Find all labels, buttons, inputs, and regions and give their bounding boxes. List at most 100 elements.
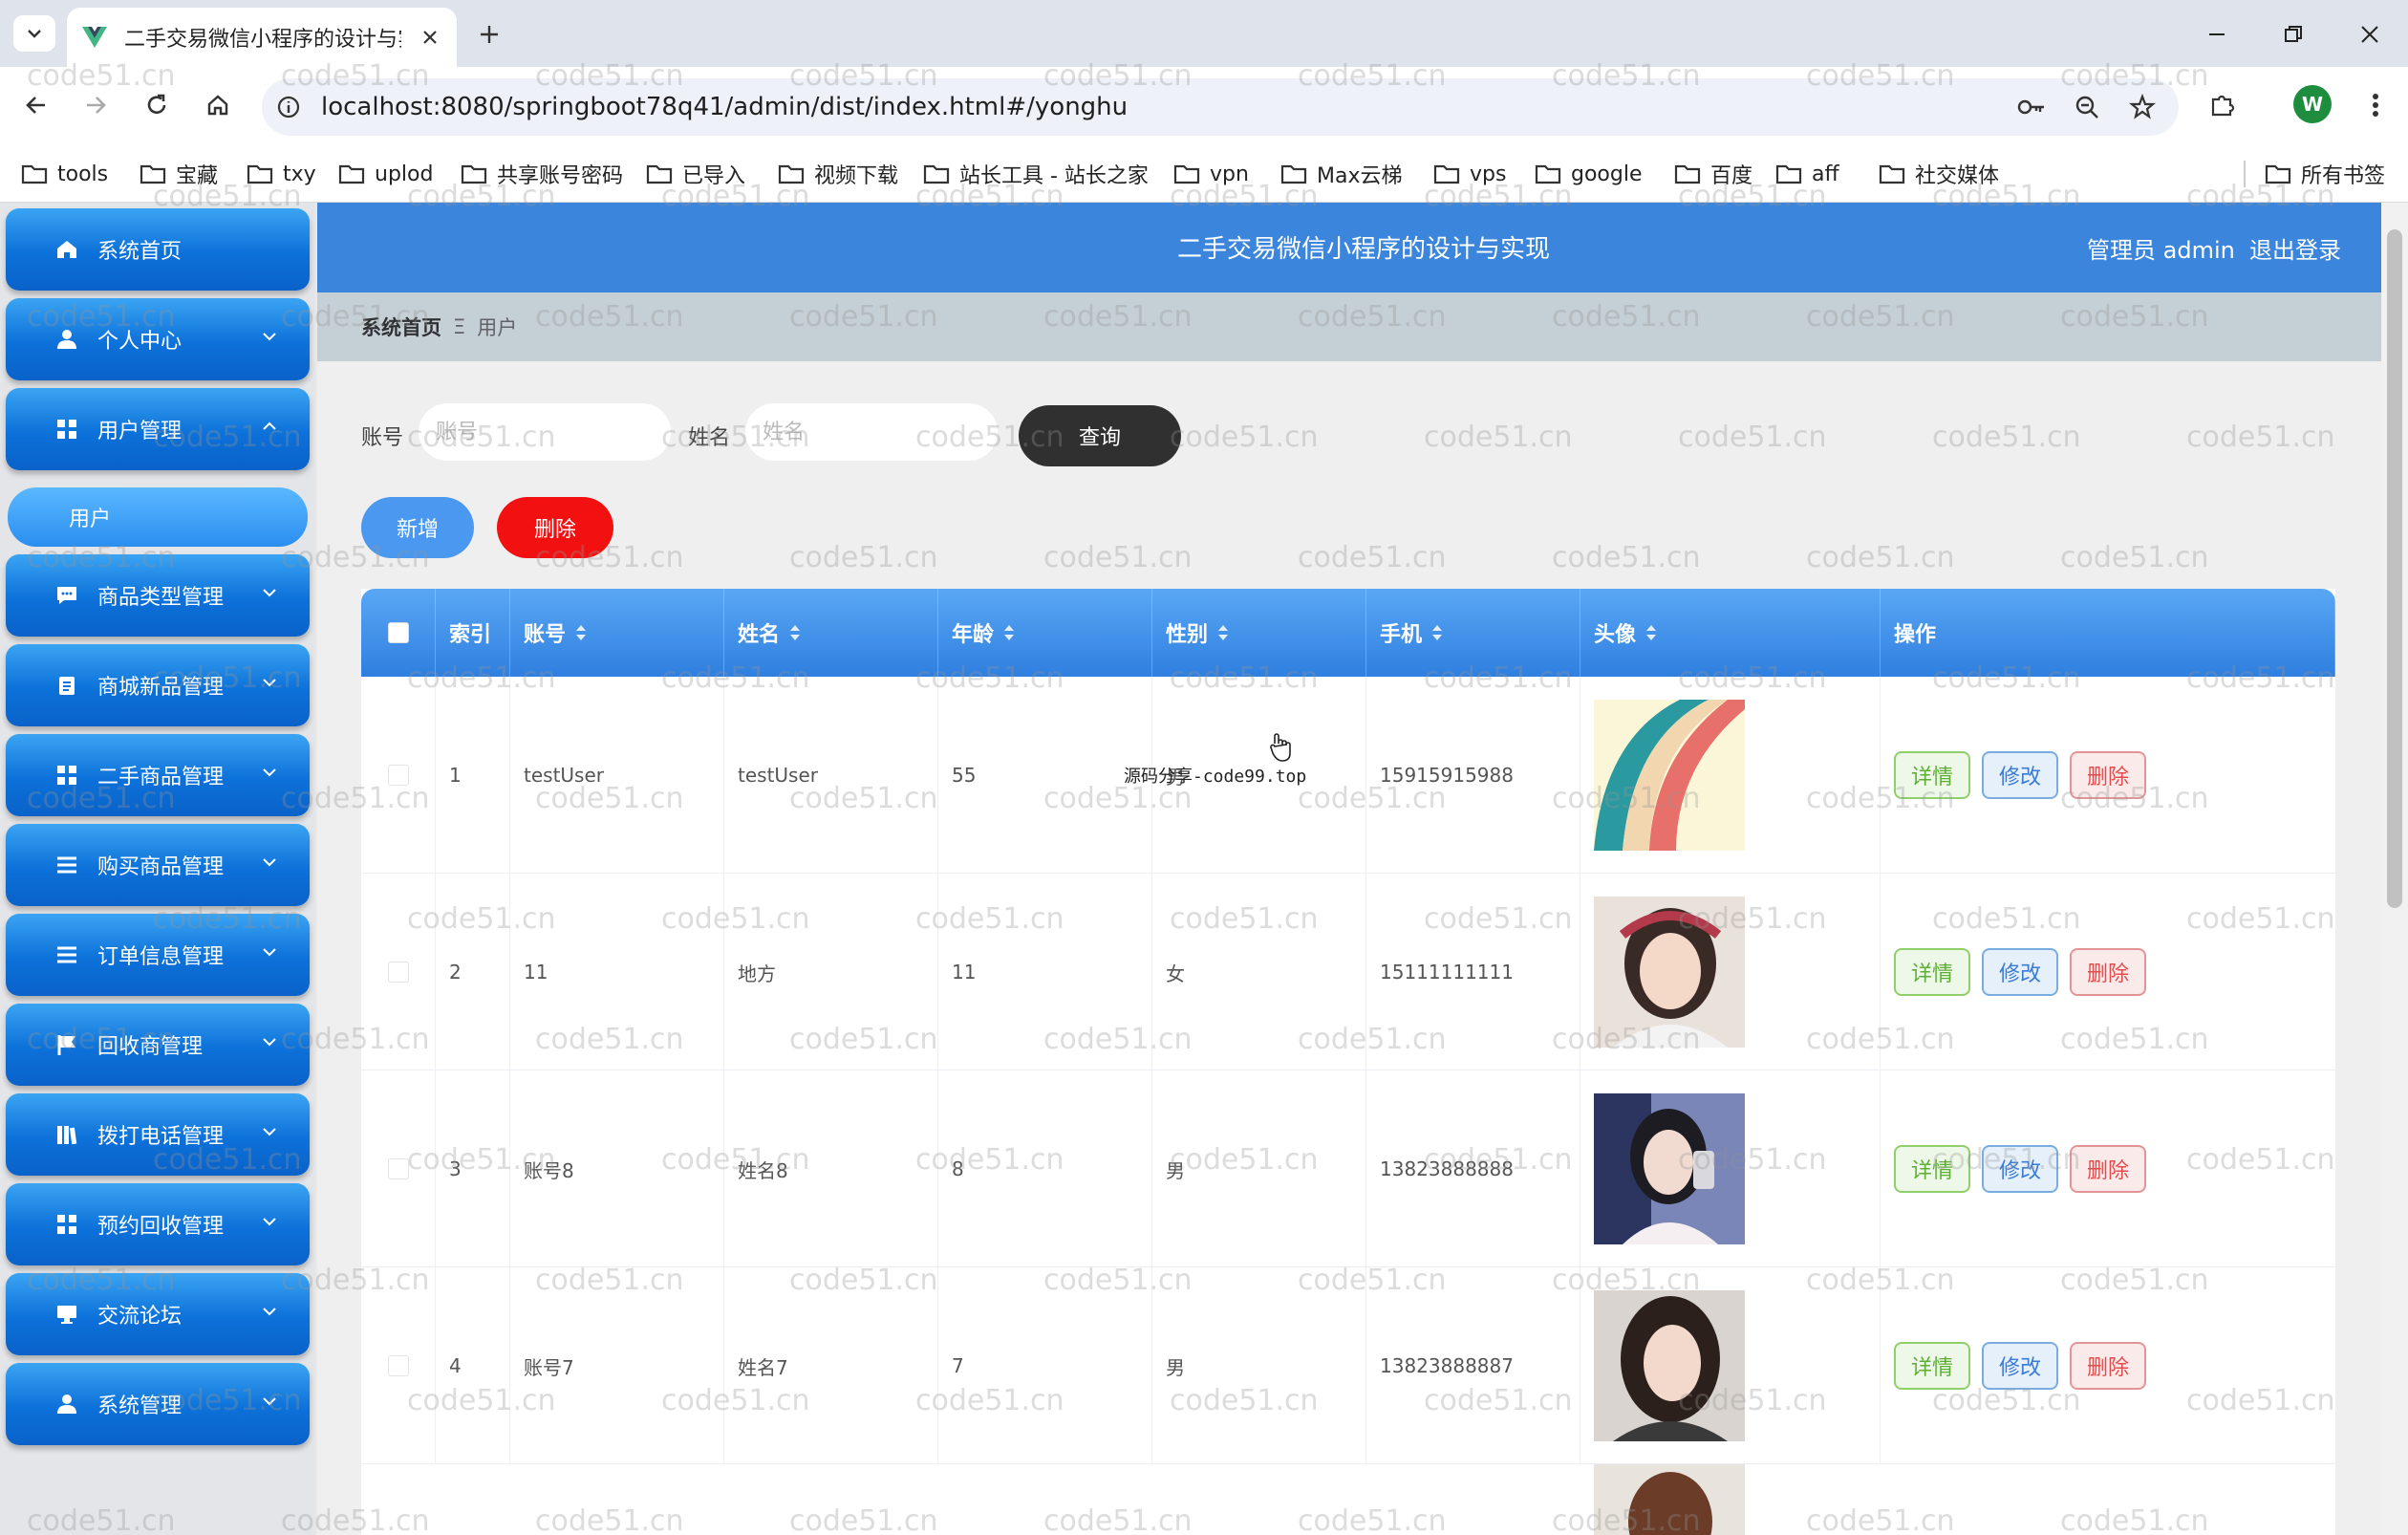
delete-button[interactable]: 删除 [2070, 948, 2146, 996]
column-header-phone[interactable]: 手机 [1366, 589, 1580, 677]
minimize-window-button[interactable] [2196, 13, 2238, 55]
edit-button[interactable]: 修改 [1982, 1145, 2058, 1193]
back-button[interactable] [15, 84, 57, 126]
avatar-image-partial[interactable] [1594, 1464, 1745, 1535]
row-checkbox[interactable] [387, 765, 409, 786]
detail-button[interactable]: 详情 [1894, 1145, 1970, 1193]
name-search-input[interactable] [745, 403, 998, 461]
sort-icon[interactable] [1003, 623, 1015, 642]
zoom-icon[interactable] [2068, 88, 2106, 126]
bookmark-star-icon[interactable] [2123, 88, 2161, 126]
bookmark-item[interactable]: txy [247, 155, 316, 193]
column-header-age[interactable]: 年龄 [938, 589, 1152, 677]
detail-button[interactable]: 详情 [1894, 1342, 1970, 1390]
edit-button[interactable]: 修改 [1982, 751, 2058, 799]
sidebar-item[interactable]: 二手商品管理 [6, 734, 310, 816]
row-checkbox[interactable] [387, 1158, 409, 1179]
sidebar-subitem-users[interactable]: 用户 [8, 487, 308, 547]
avatar-image[interactable] [1594, 897, 1745, 1048]
extensions-button[interactable] [2202, 84, 2244, 126]
row-checkbox[interactable] [387, 962, 409, 983]
column-header-label: 头像 [1594, 623, 1637, 647]
sidebar-item[interactable]: 预约回收管理 [6, 1183, 310, 1265]
delete-button[interactable]: 删除 [2070, 751, 2146, 799]
sort-icon[interactable] [1645, 623, 1657, 642]
column-header-avatar[interactable]: 头像 [1580, 589, 1881, 677]
column-header-gender[interactable]: 性别 [1152, 589, 1366, 677]
avatar-image[interactable] [1594, 1093, 1745, 1244]
sidebar-item[interactable]: 商品类型管理 [6, 554, 310, 637]
bookmark-item[interactable]: uplod [338, 155, 433, 193]
sidebar-item[interactable]: 个人中心 [6, 298, 310, 380]
tab-search-button[interactable] [13, 15, 55, 52]
column-header-account[interactable]: 账号 [510, 589, 724, 677]
delete-button[interactable]: 删除 [2070, 1342, 2146, 1390]
address-bar[interactable]: localhost:8080/springboot78q41/admin/dis… [262, 78, 2179, 136]
bookmark-item[interactable]: 宝藏 [140, 155, 218, 193]
restore-window-button[interactable] [2272, 13, 2314, 55]
bookmark-item[interactable]: 共享账号密码 [461, 155, 623, 193]
sidebar-item[interactable]: 用户管理 [6, 388, 310, 470]
sort-icon[interactable] [1217, 623, 1229, 642]
bookmark-item[interactable]: tools [21, 155, 108, 193]
bookmark-item[interactable]: 已导入 [646, 155, 745, 193]
sort-icon[interactable] [575, 623, 587, 642]
all-bookmarks-button[interactable]: 所有书签 [2265, 155, 2385, 193]
detail-button[interactable]: 详情 [1894, 751, 1970, 799]
sidebar-item-label: 系统管理 [97, 1394, 183, 1418]
sidebar-item[interactable]: 拨打电话管理 [6, 1093, 310, 1176]
sidebar-item[interactable]: 系统首页 [6, 208, 310, 291]
chevron-down-icon [263, 768, 276, 777]
forward-button[interactable] [75, 84, 117, 126]
bookmark-label: vps [1470, 162, 1507, 186]
sidebar-item[interactable]: 回收商管理 [6, 1004, 310, 1086]
bookmark-item[interactable]: 社交媒体 [1879, 155, 1999, 193]
query-button[interactable]: 查询 [1019, 405, 1181, 466]
reload-button[interactable] [136, 84, 178, 126]
sidebar-item[interactable]: 购买商品管理 [6, 824, 310, 906]
sort-icon[interactable] [1431, 623, 1443, 642]
profile-avatar[interactable]: W [2293, 85, 2332, 123]
sort-icon[interactable] [789, 623, 801, 642]
add-button[interactable]: 新增 [361, 497, 474, 558]
close-tab-icon[interactable] [417, 24, 443, 51]
browser-tab-active[interactable]: 二手交易微信小程序的设计与实 [67, 8, 457, 67]
new-tab-button[interactable] [470, 15, 508, 54]
bookmark-item[interactable]: aff [1775, 155, 1839, 193]
bookmark-item[interactable]: 视频下载 [778, 155, 898, 193]
bookmark-item[interactable]: Max云梯 [1280, 155, 1402, 193]
sidebar-item[interactable]: 交流论坛 [6, 1273, 310, 1355]
bookmark-item[interactable]: 百度 [1674, 155, 1752, 193]
bookmark-item[interactable]: vps [1433, 155, 1506, 193]
bulk-delete-button[interactable]: 删除 [497, 497, 613, 558]
home-button[interactable] [197, 84, 239, 126]
vue-favicon-icon [82, 27, 107, 48]
detail-button[interactable]: 详情 [1894, 948, 1970, 996]
sidebar-item-label: 预约回收管理 [97, 1215, 225, 1239]
browser-menu-button[interactable] [2354, 84, 2397, 126]
edit-button[interactable]: 修改 [1982, 1342, 2058, 1390]
bookmark-item[interactable]: google [1535, 155, 1643, 193]
bookmark-item[interactable]: 站长工具 - 站长之家 [923, 155, 1149, 193]
edit-button[interactable]: 修改 [1982, 948, 2058, 996]
sidebar-item[interactable]: 系统管理 [6, 1363, 310, 1445]
monitor-icon [55, 1303, 78, 1326]
sidebar-item[interactable]: 商城新品管理 [6, 644, 310, 726]
avatar-image[interactable] [1594, 700, 1745, 851]
logout-link[interactable]: 退出登录 [2249, 231, 2341, 265]
bookmark-item[interactable]: vpn [1173, 155, 1249, 193]
password-key-icon[interactable] [2012, 88, 2051, 126]
row-checkbox[interactable] [387, 1355, 409, 1376]
avatar-image[interactable] [1594, 1290, 1745, 1441]
sidebar-item[interactable]: 订单信息管理 [6, 914, 310, 996]
account-search-input[interactable] [419, 403, 671, 461]
breadcrumb-home[interactable]: 系统首页 [361, 313, 441, 341]
breadcrumb: 系统首页 Ξ 用户 [317, 292, 2381, 361]
select-all-checkbox[interactable] [387, 622, 409, 643]
site-info-icon[interactable] [269, 88, 308, 126]
delete-button[interactable]: 删除 [2070, 1145, 2146, 1193]
scrollbar-thumb[interactable] [2387, 229, 2402, 908]
page-scrollbar[interactable] [2381, 203, 2408, 1535]
column-header-name[interactable]: 姓名 [724, 589, 938, 677]
close-window-button[interactable] [2349, 13, 2391, 55]
